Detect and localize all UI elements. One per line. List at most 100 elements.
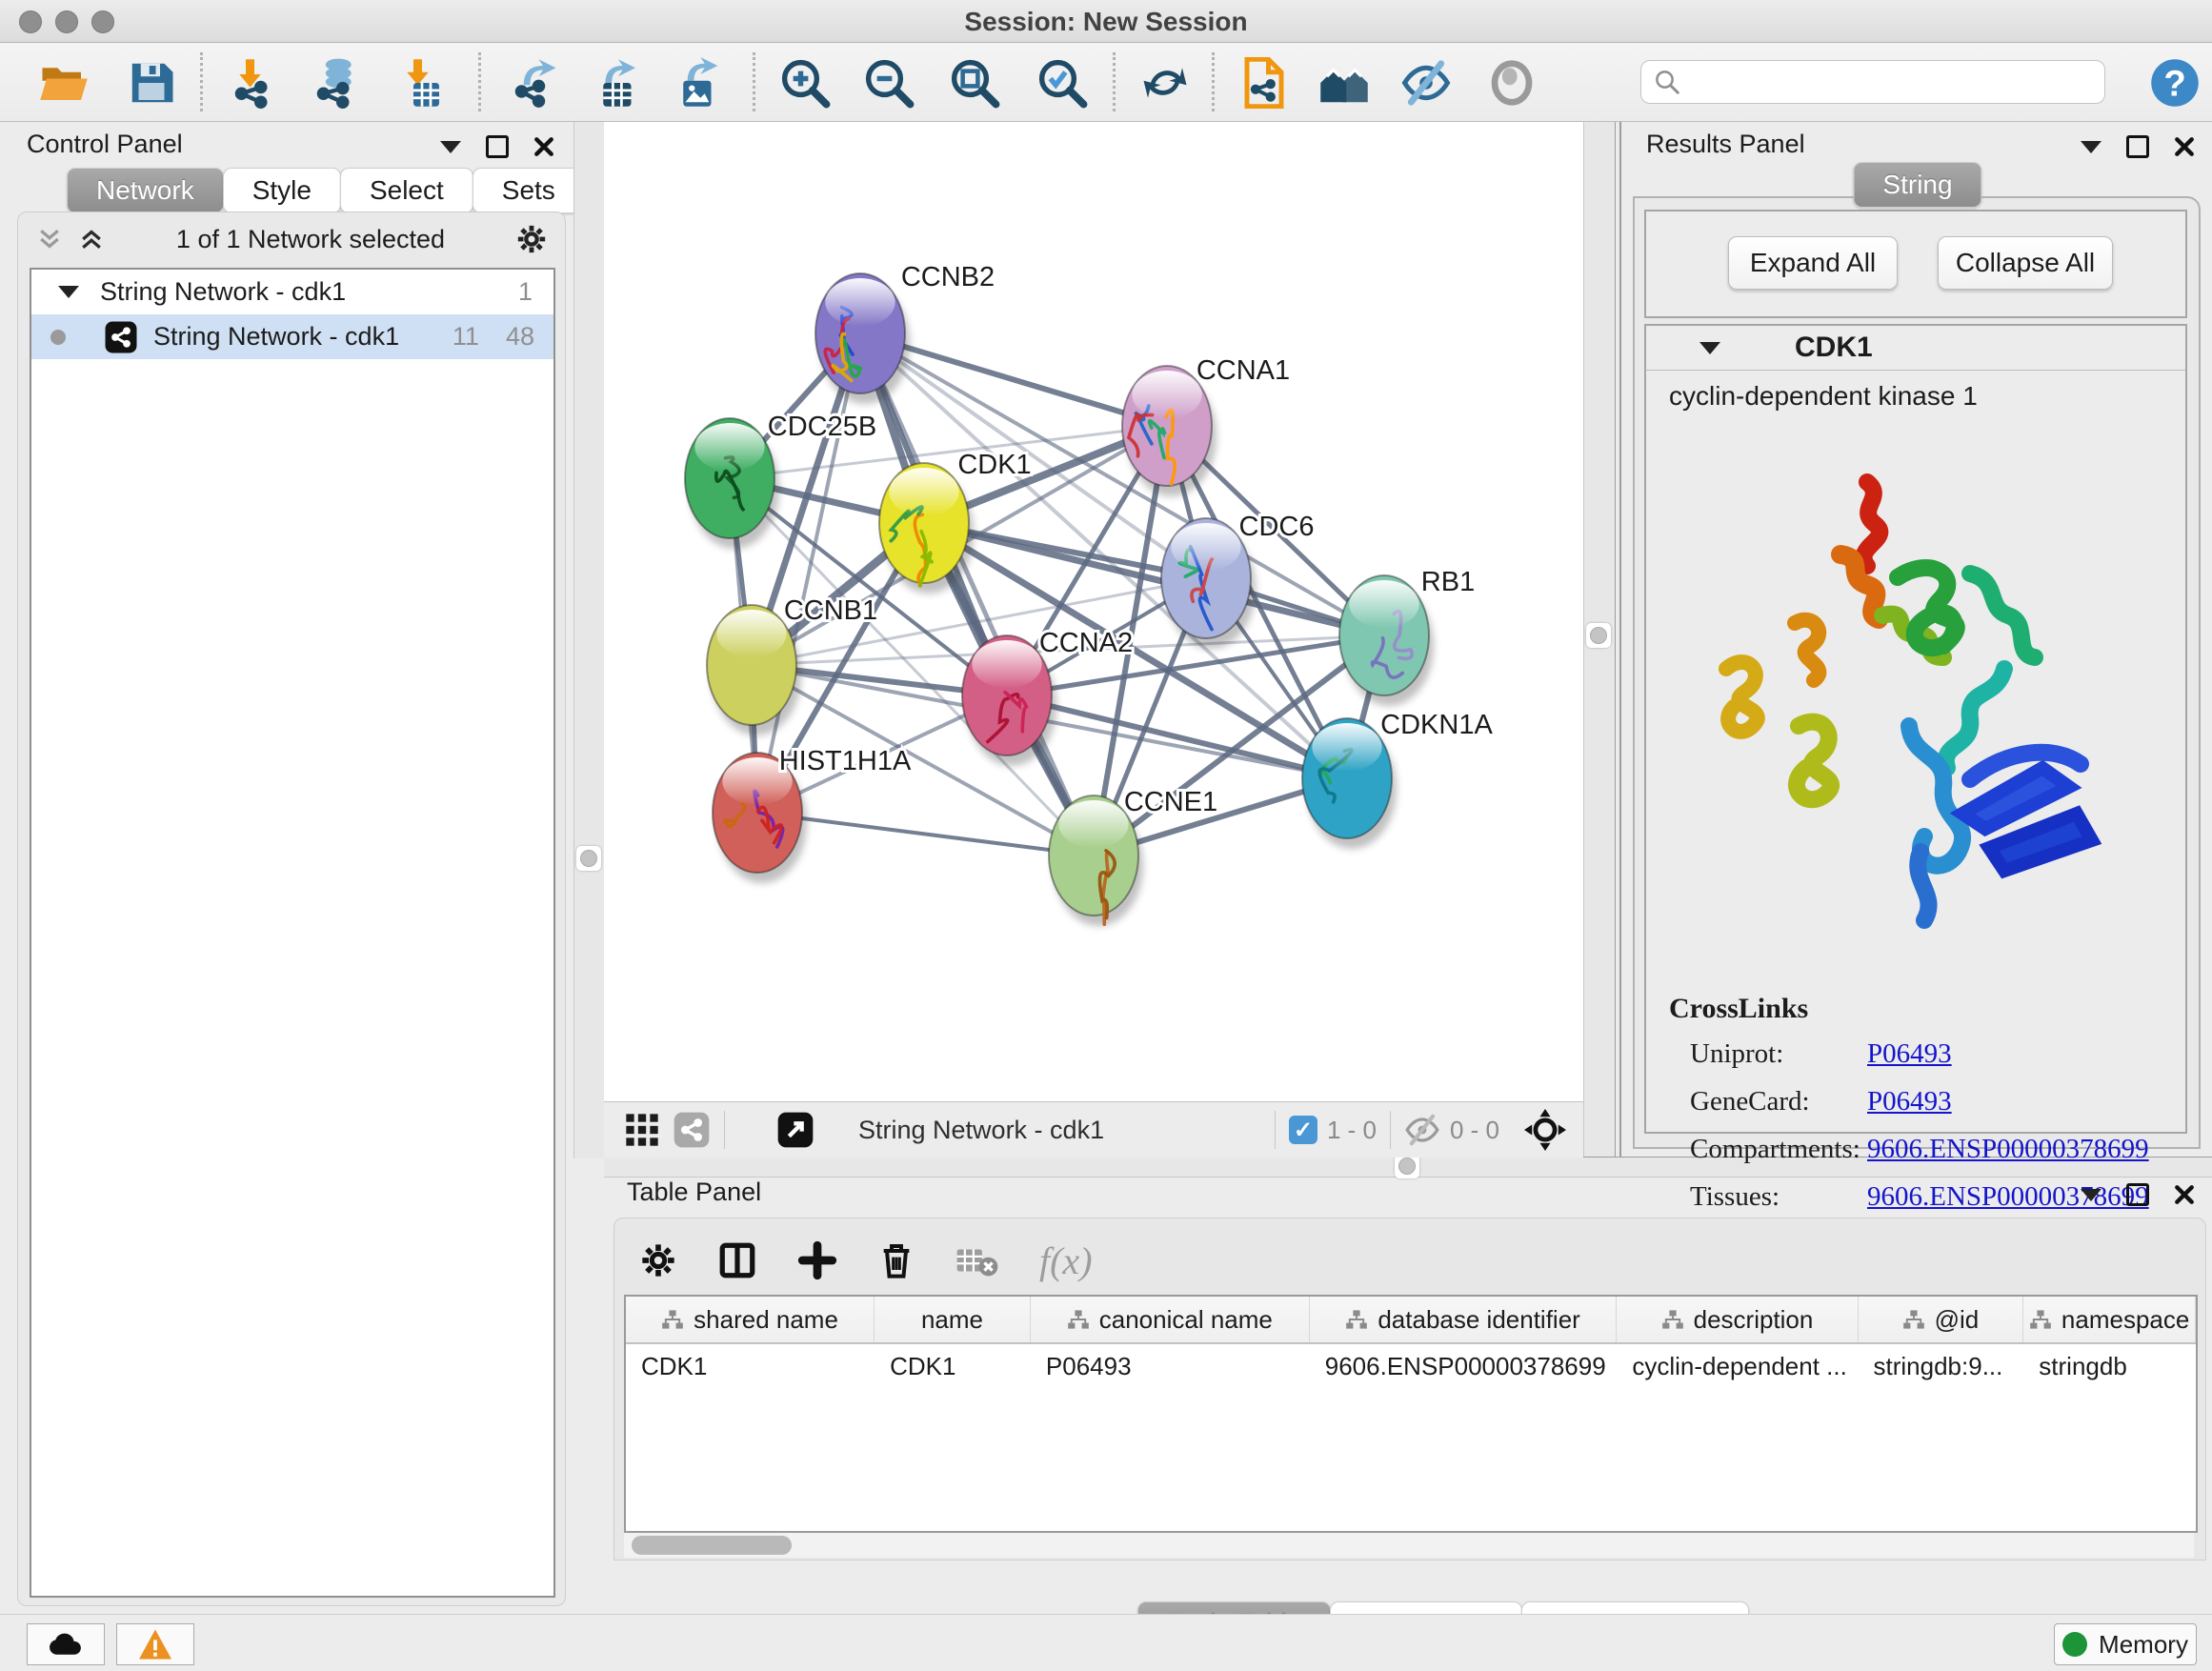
- table-cell[interactable]: stringdb:9...: [1859, 1352, 2024, 1381]
- import-network-from-file-icon[interactable]: [229, 57, 280, 109]
- table-options-gear-icon[interactable]: [639, 1241, 677, 1279]
- scrollbar-thumb[interactable]: [632, 1536, 792, 1555]
- close-panel-icon[interactable]: [533, 136, 554, 157]
- tab-style[interactable]: Style: [223, 168, 341, 213]
- crosslink-link[interactable]: P06493: [1867, 1086, 1952, 1117]
- right-splitter[interactable]: [1583, 122, 1616, 1157]
- zoom-fit-icon[interactable]: [949, 57, 1000, 109]
- create-column-icon[interactable]: [797, 1240, 837, 1280]
- import-network-from-database-icon[interactable]: [311, 57, 362, 109]
- tab-select[interactable]: Select: [340, 168, 473, 213]
- node-CCNA2[interactable]: CCNA2: [962, 628, 1133, 766]
- panel-menu-icon[interactable]: [2081, 1189, 2101, 1201]
- open-session-icon[interactable]: [38, 57, 90, 109]
- column-header-database-identifier[interactable]: database identifier: [1310, 1297, 1618, 1342]
- float-panel-icon[interactable]: [486, 135, 509, 158]
- export-network-icon[interactable]: [509, 57, 560, 109]
- fit-content-icon[interactable]: [1524, 1109, 1566, 1151]
- node-CCNB2[interactable]: CCNB2: [815, 262, 995, 404]
- section-collapse-icon[interactable]: [1699, 342, 1720, 354]
- node-RB1[interactable]: RB1: [1339, 567, 1475, 706]
- network-overview-icon[interactable]: [673, 1111, 711, 1149]
- export-table-icon[interactable]: [593, 57, 644, 109]
- tab-network[interactable]: Network: [67, 168, 224, 213]
- apply-preferred-layout-icon[interactable]: [1139, 57, 1191, 109]
- protein-section-header[interactable]: CDK1: [1646, 326, 2185, 371]
- show-all-icon[interactable]: [1486, 57, 1538, 109]
- table-cell[interactable]: CDK1: [626, 1352, 875, 1381]
- hidden-indicator-icon[interactable]: [1404, 1112, 1440, 1148]
- left-splitter-handle[interactable]: [576, 846, 601, 871]
- node-CDC25B[interactable]: CDC25B: [685, 412, 876, 549]
- collection-expand-icon[interactable]: [58, 286, 79, 298]
- close-panel-icon[interactable]: [2174, 1184, 2195, 1205]
- panel-menu-icon[interactable]: [2081, 141, 2101, 153]
- column-header-name[interactable]: name: [875, 1297, 1031, 1342]
- hide-selected-icon[interactable]: [1400, 57, 1452, 109]
- tab-string[interactable]: String: [1853, 162, 1981, 208]
- warning-button[interactable]: [116, 1623, 194, 1665]
- show-columns-icon[interactable]: [717, 1240, 757, 1280]
- table-horizontal-scrollbar[interactable]: [624, 1533, 2194, 1558]
- float-panel-icon[interactable]: [2126, 135, 2149, 158]
- hidden-count: 0 - 0: [1450, 1116, 1499, 1145]
- delete-table-icon[interactable]: [955, 1241, 999, 1279]
- cloud-button[interactable]: [27, 1623, 105, 1665]
- detach-view-icon[interactable]: [776, 1111, 814, 1149]
- collection-label: String Network - cdk1: [100, 277, 346, 307]
- crosslink-link[interactable]: P06493: [1867, 1038, 1952, 1070]
- gear-icon[interactable]: [515, 223, 548, 255]
- network-row[interactable]: String Network - cdk1 11 48: [31, 314, 553, 359]
- delete-column-trash-icon[interactable]: [877, 1241, 915, 1279]
- collapse-all-button[interactable]: Collapse All: [1938, 236, 2113, 290]
- right-splitter-handle[interactable]: [1586, 623, 1611, 648]
- node-CCNB1[interactable]: CCNB1: [707, 595, 877, 735]
- node-CDKN1A[interactable]: CDKN1A: [1302, 710, 1493, 849]
- table-cell[interactable]: CDK1: [875, 1352, 1031, 1381]
- column-header-namespace[interactable]: namespace: [2023, 1297, 2196, 1342]
- node-CCNA1[interactable]: CCNA1: [1122, 355, 1290, 496]
- column-header-description[interactable]: description: [1617, 1297, 1858, 1342]
- first-neighbors-icon[interactable]: [1318, 57, 1370, 109]
- zoom-out-icon[interactable]: [863, 57, 915, 109]
- table-cell[interactable]: P06493: [1031, 1352, 1310, 1381]
- column-header-shared-name[interactable]: shared name: [626, 1297, 875, 1342]
- table-cell[interactable]: cyclin-dependent ...: [1617, 1352, 1858, 1381]
- node-CCNE1[interactable]: CCNE1: [1049, 787, 1217, 926]
- float-panel-icon[interactable]: [2126, 1183, 2149, 1206]
- collapse-all-icon[interactable]: [35, 225, 64, 253]
- new-network-from-selection-icon[interactable]: [1238, 57, 1290, 109]
- memory-button[interactable]: Memory: [2054, 1623, 2197, 1665]
- selected-indicator-checkbox[interactable]: ✓: [1289, 1116, 1317, 1144]
- close-panel-icon[interactable]: [2174, 136, 2195, 157]
- table-row[interactable]: CDK1CDK1P064939606.ENSP00000378699cyclin…: [626, 1344, 2196, 1388]
- search-input[interactable]: [1681, 67, 2104, 98]
- table-cell[interactable]: stringdb: [2023, 1352, 2196, 1381]
- export-image-icon[interactable]: [673, 57, 724, 109]
- node-label-CDK1: CDK1: [957, 450, 1031, 480]
- table-cell[interactable]: 9606.ENSP00000378699: [1310, 1352, 1618, 1381]
- crosslink-link[interactable]: 9606.ENSP00000378699: [1867, 1134, 2149, 1165]
- function-builder-icon[interactable]: f(x): [1039, 1238, 1093, 1283]
- panel-menu-icon[interactable]: [440, 141, 461, 153]
- network-collection-row[interactable]: String Network - cdk1 1: [31, 270, 553, 314]
- left-splitter[interactable]: [573, 122, 606, 1158]
- tab-sets[interactable]: Sets: [473, 168, 585, 213]
- save-session-icon[interactable]: [126, 57, 177, 109]
- expand-all-icon[interactable]: [77, 225, 106, 253]
- birds-eye-view-icon[interactable]: [623, 1111, 661, 1149]
- node-label-CCNA1: CCNA1: [1196, 355, 1290, 386]
- import-table-from-file-icon[interactable]: [396, 57, 448, 109]
- column-header-@id[interactable]: @id: [1859, 1297, 2024, 1342]
- expand-all-button[interactable]: Expand All: [1728, 236, 1898, 290]
- column-header-canonical-name[interactable]: canonical name: [1031, 1297, 1310, 1342]
- node-HIST1H1A[interactable]: HIST1H1A: [713, 746, 912, 883]
- node-table: shared namenamecanonical name database id…: [624, 1295, 2198, 1533]
- edge-CCNB2-HIST1H1A: [757, 333, 860, 813]
- network-canvas[interactable]: CCNB2CCNA1CDC25BCDK1CDC6RB1CCNB1CCNA2CDK…: [604, 122, 1583, 1101]
- column-label: database identifier: [1377, 1305, 1579, 1335]
- zoom-in-icon[interactable]: [779, 57, 831, 109]
- network-list-header: 1 of 1 Network selected: [18, 212, 565, 266]
- zoom-selected-icon[interactable]: [1036, 57, 1088, 109]
- help-icon[interactable]: ?: [2149, 57, 2201, 109]
